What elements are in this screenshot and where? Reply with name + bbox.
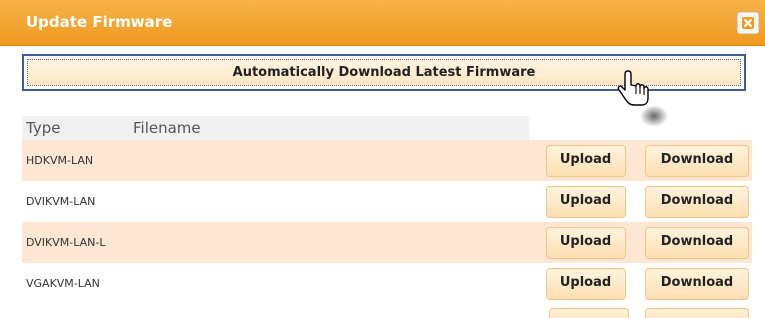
upload-button[interactable]: Upload [545, 185, 626, 218]
download-button[interactable]: Download [645, 226, 749, 259]
download-button[interactable]: Download [645, 267, 749, 300]
download-button[interactable]: Download [645, 185, 749, 218]
filename-column-header: Filename [129, 116, 529, 140]
type-column-header: Type [22, 116, 129, 140]
firmware-table: Type Filename HDKVM-LAN Upload Download … [22, 116, 752, 304]
auto-download-label: Automatically Download Latest Firmware [232, 65, 536, 80]
firmware-filename [129, 140, 529, 181]
upload-button-partial[interactable] [549, 308, 629, 318]
dialog-titlebar: Update Firmware [0, 0, 765, 46]
table-row: HDKVM-LAN Upload Download [22, 140, 752, 181]
table-row: DVIKVM-LAN-L Upload Download [22, 222, 752, 263]
update-firmware-dialog: Update Firmware Automatically Download L… [0, 0, 765, 318]
table-row: VGAKVM-LAN Upload Download [22, 263, 752, 304]
download-button[interactable]: Download [645, 144, 749, 177]
close-icon [742, 17, 754, 29]
upload-button[interactable]: Upload [545, 144, 626, 177]
hand-pointer-icon [617, 70, 668, 127]
firmware-filename [129, 181, 529, 222]
firmware-filename [129, 222, 529, 263]
dialog-title: Update Firmware [26, 13, 173, 31]
firmware-type: VGAKVM-LAN [22, 263, 129, 304]
table-row: DVIKVM-LAN Upload Download [22, 181, 752, 222]
download-button-partial[interactable] [645, 308, 749, 318]
firmware-type: HDKVM-LAN [22, 140, 129, 181]
upload-button[interactable]: Upload [545, 267, 626, 300]
firmware-type: DVIKVM-LAN [22, 181, 129, 222]
close-button[interactable] [737, 12, 759, 34]
firmware-type: DVIKVM-LAN-L [22, 222, 129, 263]
upload-button[interactable]: Upload [545, 226, 626, 259]
firmware-filename [129, 263, 529, 304]
